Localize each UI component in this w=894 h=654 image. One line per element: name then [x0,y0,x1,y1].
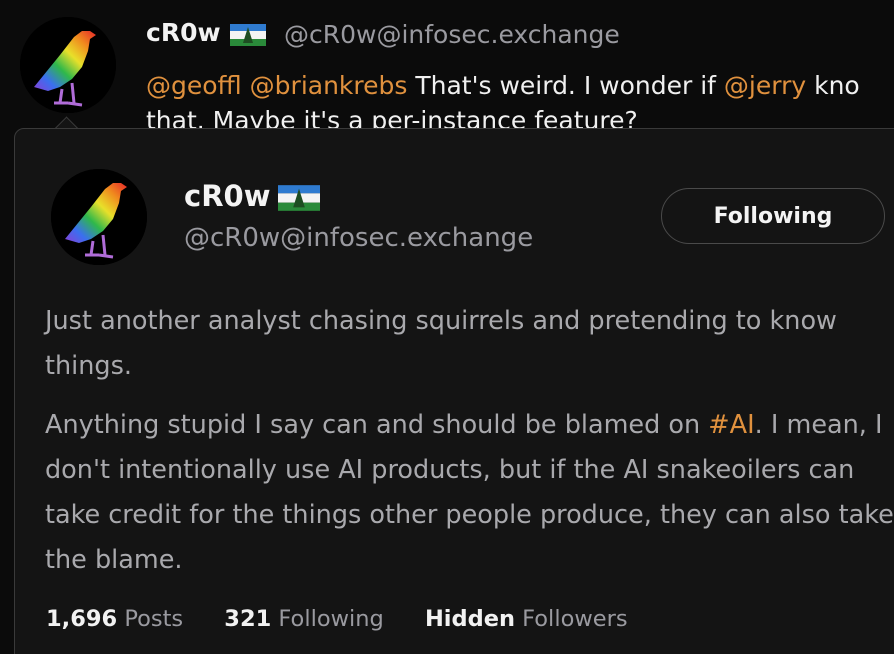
card-display-name[interactable]: cR0w [184,179,271,213]
following-count: 321 [224,606,272,632]
profile-hover-card: cR0w @cR0w@infosec.exchange Following Ju… [14,128,894,654]
followers-count: Hidden [424,606,515,632]
post-handle[interactable]: @cR0w@infosec.exchange [284,20,620,49]
post-avatar[interactable] [20,17,116,113]
rainbow-crow-avatar-icon [20,17,116,113]
post-display-name[interactable]: cR0w [146,18,221,47]
card-avatar[interactable] [51,169,147,265]
post: cR0w @cR0w@infosec.exchange @geoffl @bri… [0,0,894,140]
cascadia-flag-icon [230,24,266,46]
following-stat[interactable]: 321 Following [224,606,384,632]
bio-paragraph: Anything stupid I say can and should be … [45,403,894,583]
posts-label: Posts [124,606,184,632]
app-frame: cR0w @cR0w@infosec.exchange @geoffl @bri… [0,0,894,654]
hashtag-link[interactable]: #AI [708,410,754,440]
followers-stat[interactable]: Hidden Followers [425,606,628,632]
bio-text: Anything stupid I say can and should be … [45,410,709,440]
profile-bio: Just another analyst chasing squirrels a… [45,299,894,597]
mention-link[interactable]: @jerry [724,71,806,100]
following-label: Following [278,606,384,632]
mention-link[interactable]: @briankrebs [250,71,408,100]
bio-paragraph: Just another analyst chasing squirrels a… [45,306,837,381]
post-content: @geoffl @briankrebs That's weird. I wond… [146,68,894,104]
cascadia-flag-icon [278,185,320,211]
profile-stats: 1,696 Posts 321 Following Hidden Followe… [46,606,662,632]
posts-count: 1,696 [46,606,118,632]
post-text-segment: That's weird. I wonder if [407,71,724,100]
card-handle[interactable]: @cR0w@infosec.exchange [184,223,533,253]
mention-link[interactable]: @geoffl [146,71,242,100]
rainbow-crow-avatar-icon [51,169,147,265]
following-button[interactable]: Following [661,188,885,244]
post-text-segment: kno [806,71,860,100]
posts-stat[interactable]: 1,696 Posts [46,606,183,632]
followers-label: Followers [522,606,628,632]
